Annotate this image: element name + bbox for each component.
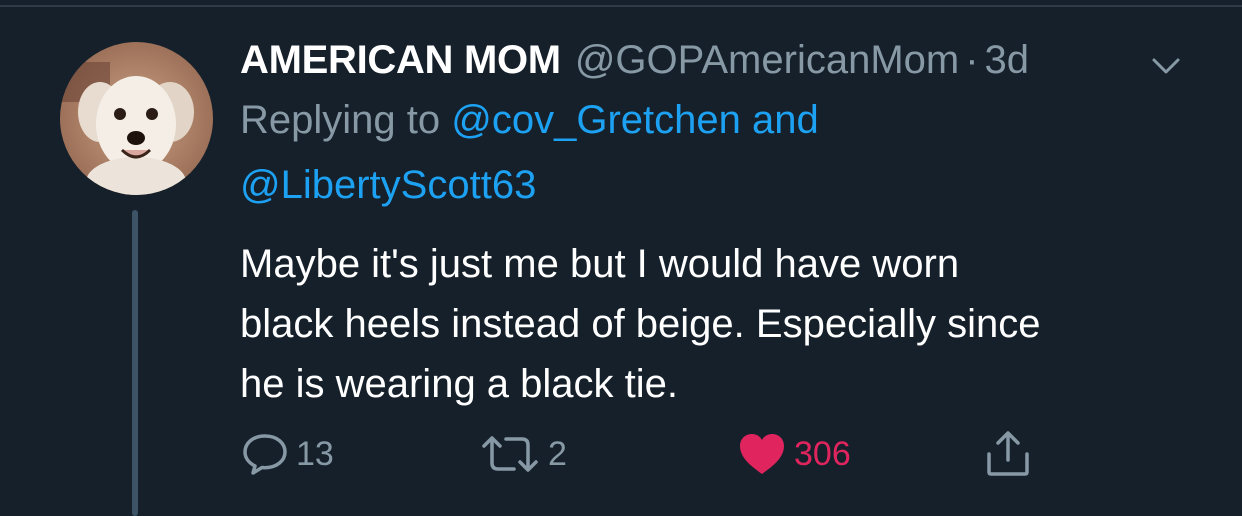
retweet-icon — [482, 436, 538, 472]
avatar[interactable] — [60, 42, 213, 195]
reply-count: 13 — [296, 434, 334, 473]
mention-link-libertyscott63[interactable]: @LibertyScott63 — [240, 163, 536, 207]
user-handle[interactable]: @GOPAmericanMom — [575, 38, 959, 83]
reply-button[interactable]: 13 — [240, 430, 334, 478]
replying-to-line: Replying to @cov_Gretchen and — [240, 98, 819, 143]
retweet-count: 2 — [548, 434, 567, 473]
retweet-button[interactable]: 2 — [478, 430, 567, 478]
replying-to-line-2: @LibertyScott63 — [240, 163, 536, 208]
tweet-text-line: Maybe it's just me but I would have worn — [240, 242, 960, 286]
heart-icon — [740, 434, 784, 474]
tweet-text: Maybe it's just me but I would have worn… — [240, 234, 1230, 414]
chevron-down-icon[interactable] — [1146, 50, 1186, 80]
tweet-text-line: black heels instead of beige. Especially… — [240, 302, 1041, 346]
like-button[interactable]: 306 — [736, 430, 851, 478]
mention-link-cov-gretchen[interactable]: @cov_Gretchen — [451, 98, 741, 142]
share-button[interactable] — [982, 430, 1034, 478]
avatar-dog-image — [60, 42, 213, 195]
separator-dot: · — [965, 38, 979, 82]
top-divider — [0, 5, 1242, 7]
share-icon — [987, 431, 1029, 476]
timestamp[interactable]: 3d — [985, 38, 1030, 83]
like-count: 306 — [794, 434, 851, 473]
tweet-header: AMERICAN MOM @GOPAmericanMom · 3d — [240, 38, 1029, 88]
thread-connector-line — [132, 210, 138, 516]
reply-joiner[interactable]: and — [752, 98, 819, 142]
speech-bubble-icon — [243, 434, 287, 475]
display-name[interactable]: AMERICAN MOM — [240, 38, 561, 83]
tweet-text-line: he is wearing a black tie. — [240, 362, 679, 406]
replying-to-label: Replying to — [240, 98, 441, 142]
